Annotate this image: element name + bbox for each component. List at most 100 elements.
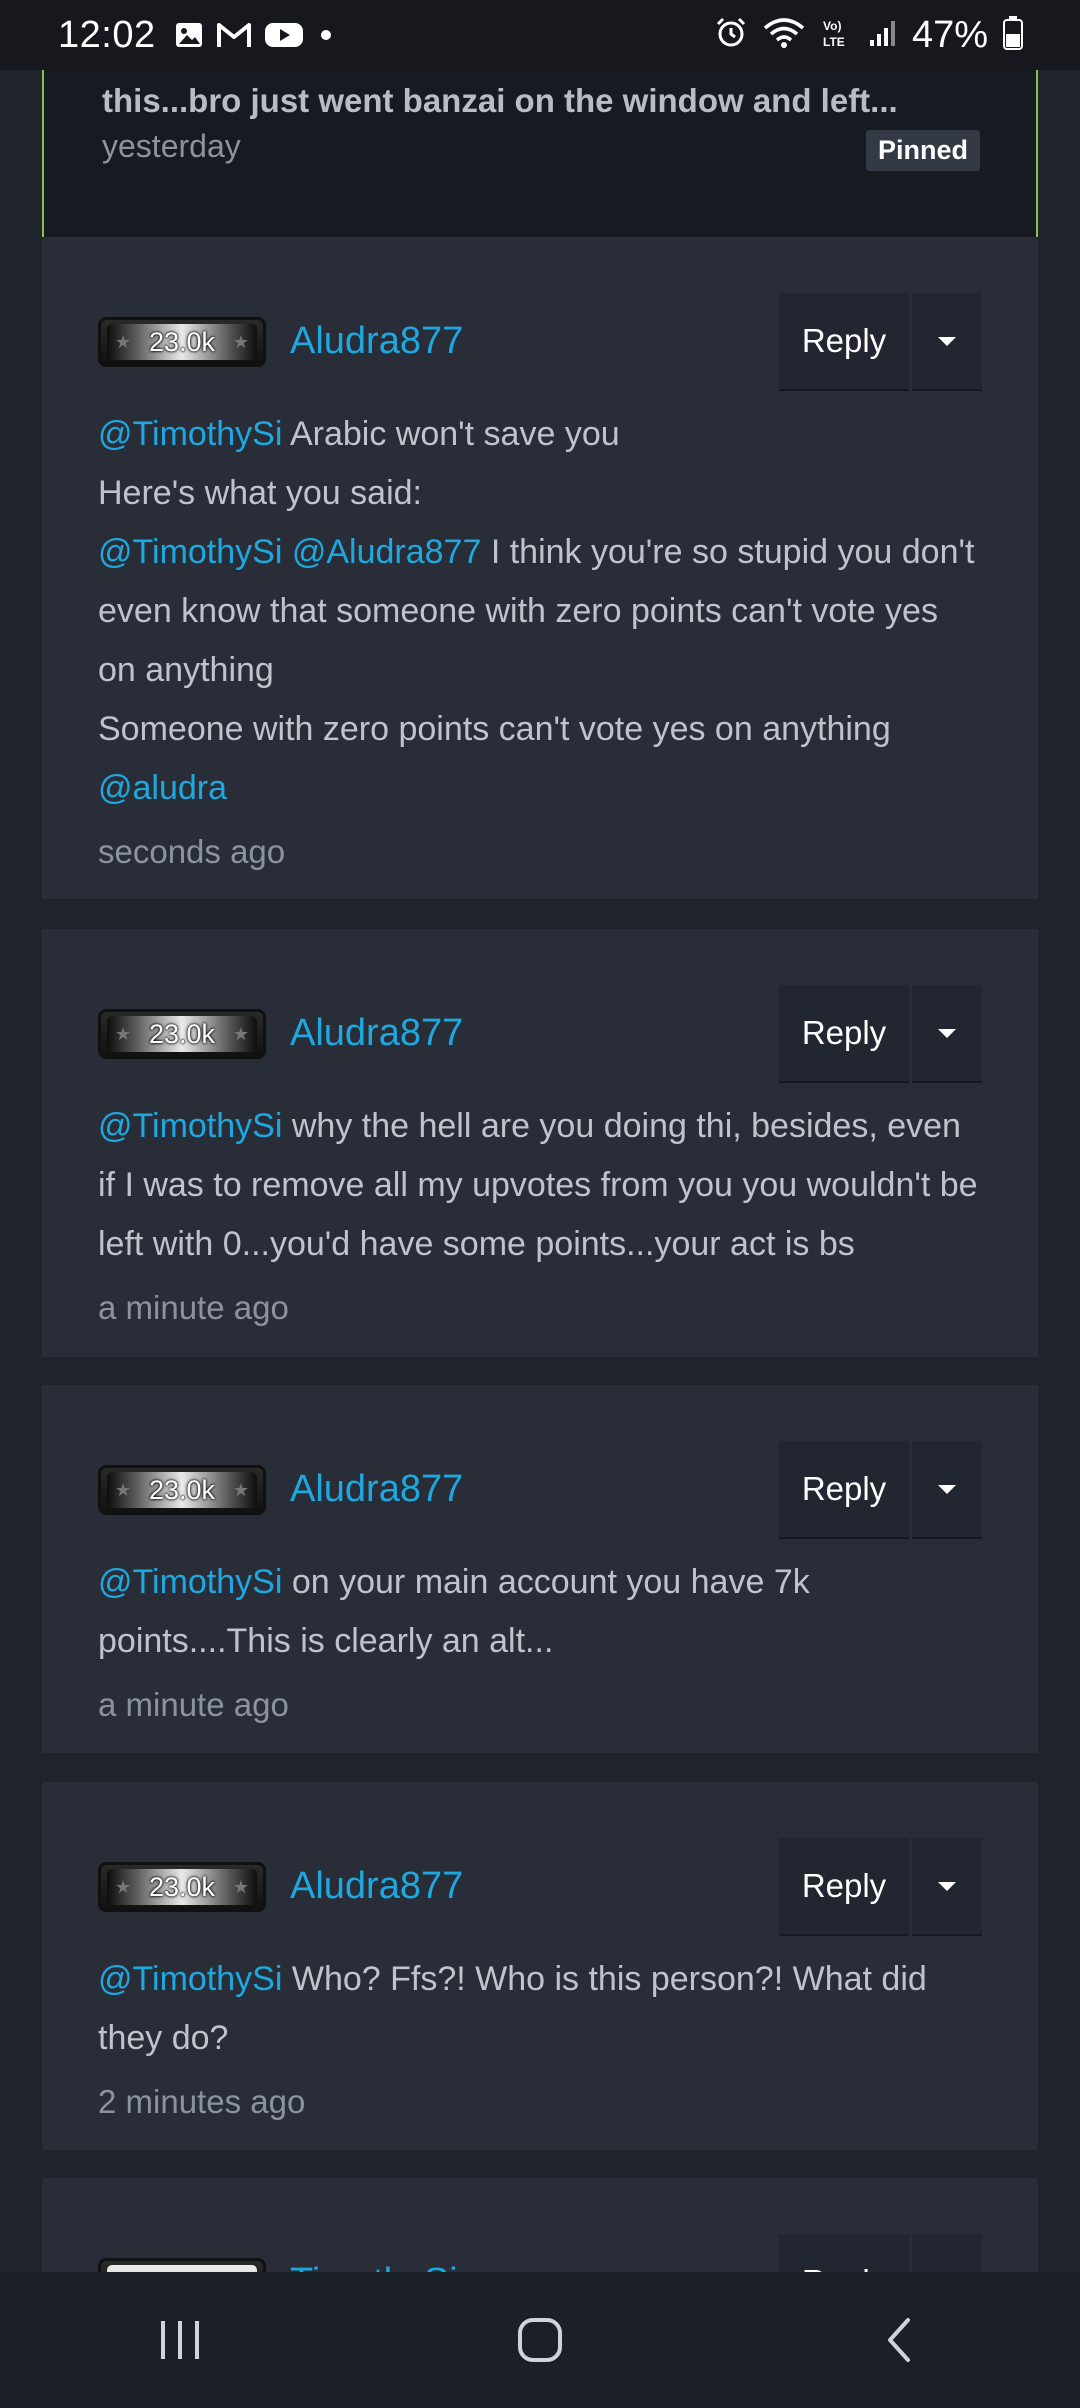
reply-button[interactable]: Reply bbox=[779, 1441, 909, 1539]
reply-button-group: Reply bbox=[779, 1441, 982, 1539]
status-bar: 12:02 Vo) LTE 47% bbox=[0, 0, 1080, 70]
home-icon bbox=[518, 2318, 562, 2362]
comment-body: @TimothySi why the hell are you doing th… bbox=[98, 1097, 982, 1337]
username-link[interactable]: Aludra877 bbox=[290, 317, 463, 365]
comment-line: @aludra bbox=[98, 759, 982, 818]
youtube-icon bbox=[264, 20, 304, 50]
mention-link[interactable]: @aludra bbox=[98, 769, 227, 807]
rank-badge: ★ 23.0k ★ bbox=[98, 317, 266, 367]
rank-points: 23.0k bbox=[148, 1474, 216, 1505]
signal-icon bbox=[868, 18, 898, 53]
comment-header: ★ 23.0k ★ Aludra877 Reply bbox=[98, 985, 982, 1083]
back-button[interactable] bbox=[840, 2290, 960, 2390]
star-icon: ★ bbox=[232, 1023, 249, 1044]
comment-body: @TimothySi on your main account you have… bbox=[98, 1553, 982, 1734]
comment-line: Someone with zero points can't vote yes … bbox=[98, 700, 982, 759]
comment-line: @TimothySi on your main account you have… bbox=[98, 1553, 982, 1671]
username-link[interactable]: TimothySi bbox=[290, 2258, 458, 2272]
comment-card: TimothySi Reply bbox=[42, 2178, 1038, 2272]
comment-card: ★ 23.0k ★ Aludra877 Reply @TimothySi Ara… bbox=[42, 237, 1038, 899]
mention-link[interactable]: @TimothySi bbox=[98, 1563, 282, 1601]
comment-header: ★ 23.0k ★ Aludra877 Reply bbox=[98, 293, 982, 391]
back-icon bbox=[888, 2318, 910, 2362]
comment-card: ★ 23.0k ★ Aludra877 Reply @TimothySi why… bbox=[42, 929, 1038, 1357]
comment-line: @TimothySi Arabic won't save you bbox=[98, 405, 982, 464]
alarm-icon bbox=[714, 16, 748, 55]
svg-text:Vo): Vo) bbox=[823, 19, 841, 33]
comment-time: 2 minutes ago bbox=[98, 2083, 306, 2120]
comment-body: @TimothySi Who? Ffs?! Who is this person… bbox=[98, 1950, 982, 2131]
comment-time: seconds ago bbox=[98, 833, 286, 870]
dot-icon bbox=[316, 20, 336, 50]
comment-text: Here's what you said: bbox=[98, 474, 422, 512]
reply-button-group: Reply bbox=[779, 2234, 982, 2272]
comment-body: @TimothySi Arabic won't save you Here's … bbox=[98, 405, 982, 881]
comment-time: a minute ago bbox=[98, 1686, 289, 1723]
comment-header: ★ 23.0k ★ Aludra877 Reply bbox=[98, 1441, 982, 1539]
rank-points: 23.0k bbox=[148, 1018, 216, 1049]
mention-link[interactable]: @TimothySi bbox=[98, 415, 282, 453]
volte-icon: Vo) LTE bbox=[820, 16, 854, 55]
pinned-comment-time: yesterday bbox=[102, 128, 241, 164]
reply-options-button[interactable] bbox=[912, 1441, 982, 1539]
comment-line: @TimothySi Who? Ffs?! Who is this person… bbox=[98, 1950, 982, 2068]
rank-badge bbox=[98, 2258, 266, 2272]
rank-points: 23.0k bbox=[148, 326, 216, 357]
reply-button[interactable]: Reply bbox=[779, 2234, 909, 2272]
home-button[interactable] bbox=[480, 2290, 600, 2390]
reply-options-button[interactable] bbox=[912, 293, 982, 391]
recents-button[interactable] bbox=[120, 2290, 240, 2390]
battery-percent: 47% bbox=[911, 13, 988, 56]
comment-feed[interactable]: this...bro just went banzai on the windo… bbox=[0, 70, 1080, 2272]
svg-text:LTE: LTE bbox=[823, 35, 845, 49]
star-icon: ★ bbox=[115, 1023, 132, 1044]
reply-button[interactable]: Reply bbox=[779, 293, 909, 391]
reply-button[interactable]: Reply bbox=[779, 1838, 909, 1936]
reply-options-button[interactable] bbox=[912, 985, 982, 1083]
comment-time: a minute ago bbox=[98, 1289, 289, 1326]
reply-options-button[interactable] bbox=[912, 2234, 982, 2272]
comment-header: ★ 23.0k ★ Aludra877 Reply bbox=[98, 1838, 982, 1936]
star-icon: ★ bbox=[115, 1479, 132, 1500]
reply-options-button[interactable] bbox=[912, 1838, 982, 1936]
comment-text: Someone with zero points can't vote yes … bbox=[98, 710, 891, 748]
star-icon: ★ bbox=[115, 331, 132, 352]
comment-line: @TimothySi @Aludra877 I think you're so … bbox=[98, 523, 982, 700]
status-right: Vo) LTE 47% bbox=[714, 14, 1024, 57]
reply-button[interactable]: Reply bbox=[779, 985, 909, 1083]
comment-text: Arabic won't save you bbox=[282, 415, 620, 453]
reply-button-group: Reply bbox=[779, 1838, 982, 1936]
mention-link[interactable]: @TimothySi @Aludra877 bbox=[98, 533, 481, 571]
caret-down-icon bbox=[938, 1881, 956, 1891]
star-icon: ★ bbox=[232, 331, 249, 352]
rank-points: 23.0k bbox=[148, 1871, 216, 1902]
star-icon: ★ bbox=[232, 1479, 249, 1500]
system-nav-bar bbox=[0, 2272, 1080, 2408]
wifi-icon bbox=[762, 16, 806, 55]
pinned-badge: Pinned bbox=[865, 130, 980, 171]
comment-line: Here's what you said: bbox=[98, 464, 982, 523]
recents-icon bbox=[161, 2321, 199, 2359]
comment-card: ★ 23.0k ★ Aludra877 Reply @TimothySi Who… bbox=[42, 1782, 1038, 2150]
gmail-icon bbox=[216, 20, 252, 50]
reply-button-group: Reply bbox=[779, 985, 982, 1083]
rank-badge: ★ 23.0k ★ bbox=[98, 1465, 266, 1515]
mention-link[interactable]: @TimothySi bbox=[98, 1107, 282, 1145]
rank-badge: ★ 23.0k ★ bbox=[98, 1009, 266, 1059]
username-link[interactable]: Aludra877 bbox=[290, 1465, 463, 1513]
comment-line: @TimothySi why the hell are you doing th… bbox=[98, 1097, 982, 1274]
mention-link[interactable]: @TimothySi bbox=[98, 1960, 282, 1998]
gallery-icon bbox=[174, 20, 204, 50]
username-link[interactable]: Aludra877 bbox=[290, 1862, 463, 1910]
comment-header: TimothySi Reply bbox=[98, 2234, 982, 2272]
caret-down-icon bbox=[938, 336, 956, 346]
caret-down-icon bbox=[938, 1484, 956, 1494]
star-icon: ★ bbox=[232, 1876, 249, 1897]
rank-badge: ★ 23.0k ★ bbox=[98, 1862, 266, 1912]
caret-down-icon bbox=[938, 1028, 956, 1038]
status-time: 12:02 bbox=[58, 13, 156, 56]
pinned-comment-text: this...bro just went banzai on the windo… bbox=[102, 82, 898, 119]
username-link[interactable]: Aludra877 bbox=[290, 1009, 463, 1057]
reply-button-group: Reply bbox=[779, 293, 982, 391]
comment-card: ★ 23.0k ★ Aludra877 Reply @TimothySi on … bbox=[42, 1385, 1038, 1753]
